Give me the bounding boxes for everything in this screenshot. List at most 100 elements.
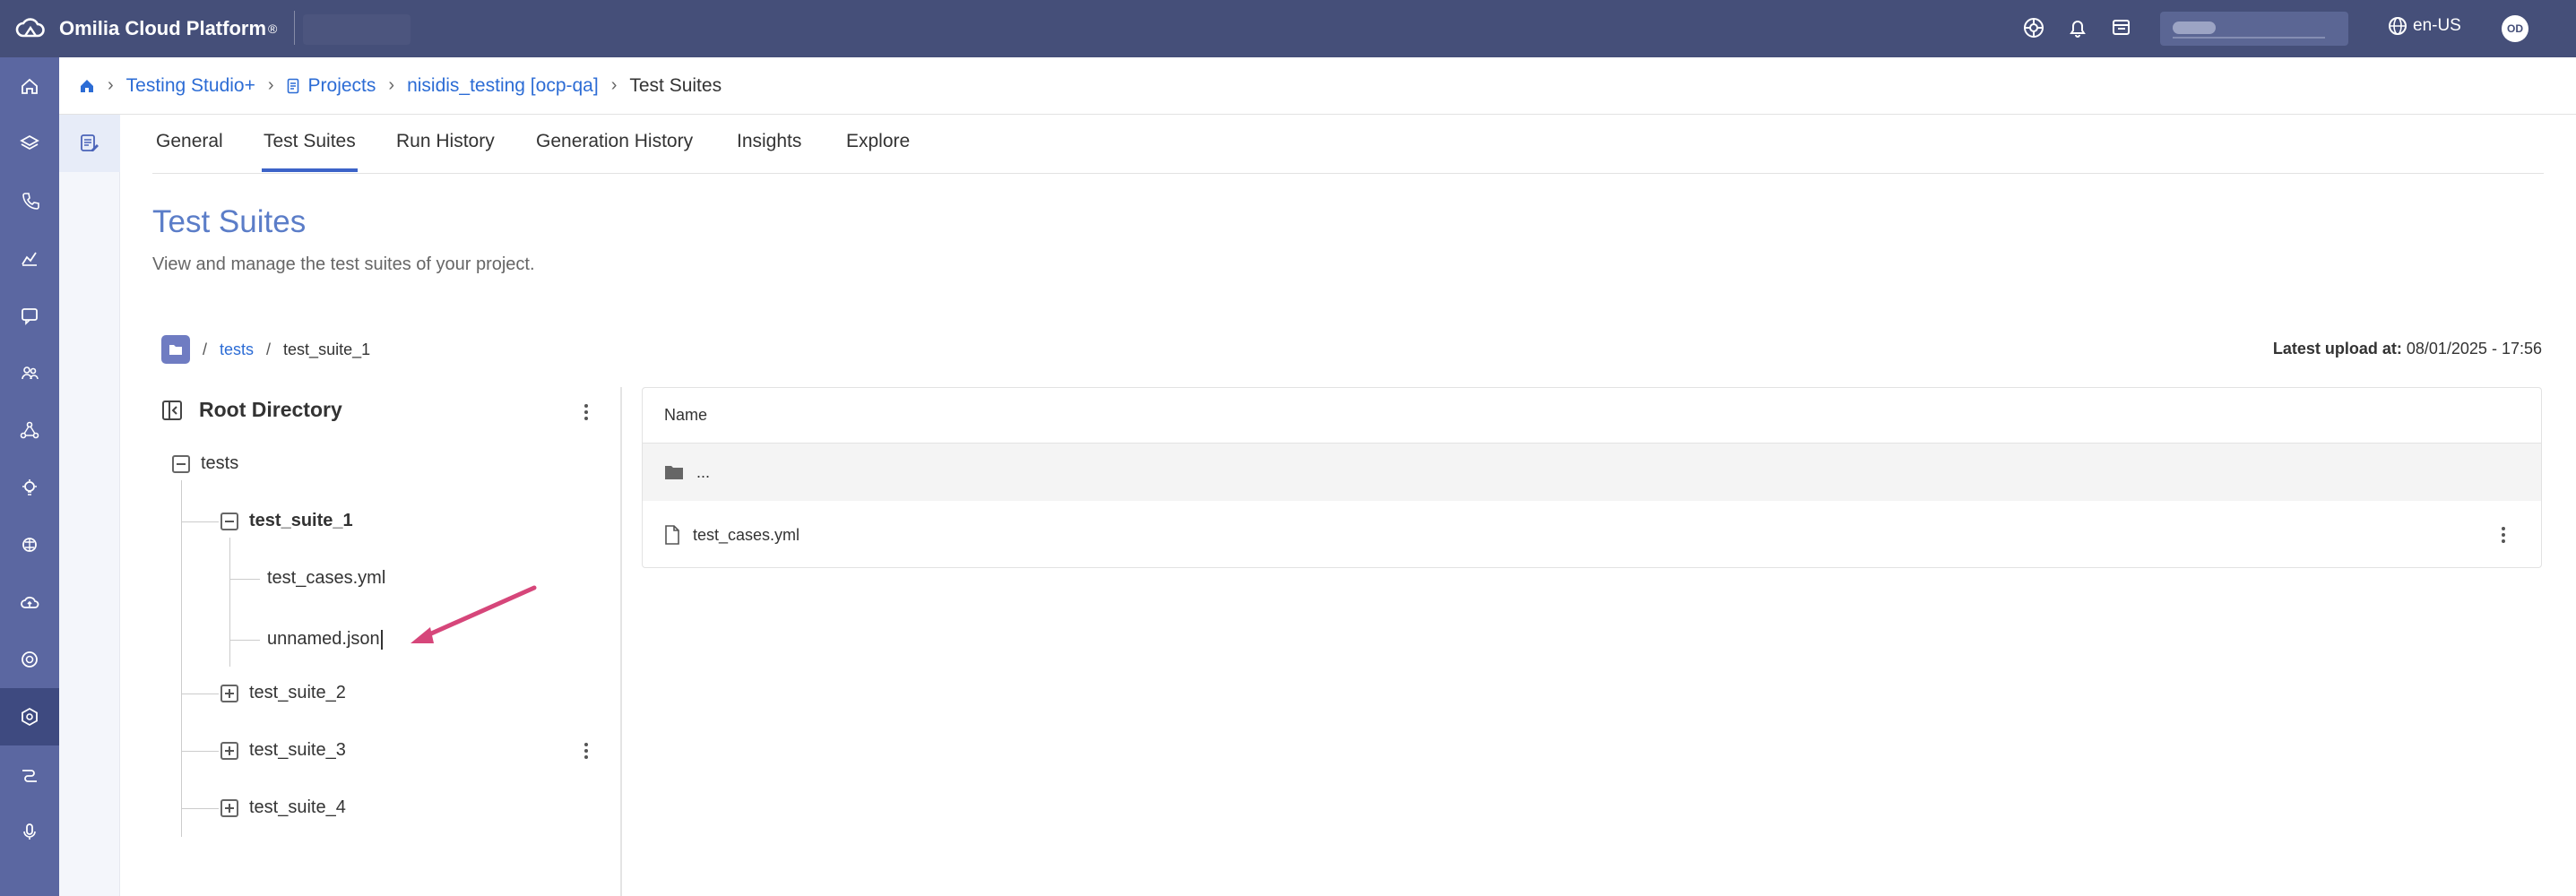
bell-icon[interactable] bbox=[2066, 16, 2089, 39]
nav-item-phone[interactable] bbox=[0, 172, 59, 229]
cloud-upload-icon bbox=[20, 592, 39, 612]
tab-explore[interactable]: Explore bbox=[844, 131, 912, 168]
tree-node-label: test_suite_4 bbox=[249, 797, 346, 817]
tab-generation-history[interactable]: Generation History bbox=[534, 131, 695, 168]
nav-item-cloud-upload[interactable] bbox=[0, 573, 59, 631]
brain-icon bbox=[20, 535, 39, 555]
path-tests-link[interactable]: tests bbox=[220, 340, 254, 359]
root-folder-button[interactable] bbox=[161, 335, 190, 364]
files-table: Name ... test_cases.yml bbox=[642, 387, 2542, 568]
support-icon bbox=[20, 650, 39, 669]
breadcrumb-testing-studio[interactable]: Testing Studio+ bbox=[126, 75, 255, 97]
avatar[interactable]: OD bbox=[2502, 15, 2528, 42]
nav-item-voice[interactable] bbox=[0, 803, 59, 860]
expand-icon[interactable] bbox=[220, 684, 238, 702]
file-icon bbox=[664, 525, 693, 545]
nav-item-users[interactable] bbox=[0, 344, 59, 401]
flows-icon bbox=[20, 764, 39, 784]
tree-node-label: test_cases.yml bbox=[267, 568, 386, 588]
globe-icon bbox=[2388, 16, 2413, 36]
table-row-parent[interactable]: ... bbox=[643, 444, 2541, 501]
bulb-icon bbox=[20, 478, 39, 497]
tree-node-test-suite-3[interactable]: test_suite_3 bbox=[220, 740, 346, 761]
path-separator: / bbox=[266, 340, 272, 358]
root-directory-title: Root Directory bbox=[199, 398, 342, 421]
nav-item-support[interactable] bbox=[0, 631, 59, 688]
environment-selector[interactable] bbox=[2160, 12, 2348, 46]
collapse-icon[interactable] bbox=[220, 512, 238, 530]
root-more-icon[interactable] bbox=[577, 400, 595, 425]
home-icon bbox=[20, 76, 39, 96]
brand[interactable]: Omilia Cloud Platform ® bbox=[14, 13, 277, 45]
topbar-divider bbox=[294, 11, 295, 45]
tree-file-test-cases[interactable]: test_cases.yml bbox=[267, 568, 385, 589]
page-description: View and manage the test suites of your … bbox=[152, 254, 535, 274]
tree-guide bbox=[229, 538, 230, 667]
node-more-icon[interactable] bbox=[577, 738, 595, 763]
tree-guide bbox=[181, 521, 219, 522]
nav-item-bulb[interactable] bbox=[0, 459, 59, 516]
table-row[interactable]: test_cases.yml bbox=[643, 501, 2541, 567]
tree-node-label: test_suite_1 bbox=[249, 511, 353, 530]
chevron-right-icon: › bbox=[610, 75, 618, 95]
topbar-placeholder bbox=[303, 14, 411, 45]
breadcrumb-projects[interactable]: Projects bbox=[308, 75, 376, 97]
analytics-icon bbox=[20, 248, 39, 268]
breadcrumb: › Testing Studio+ › Projects › nisidis_t… bbox=[59, 57, 2576, 115]
breadcrumb-project[interactable]: nisidis_testing [ocp-qa] bbox=[407, 75, 599, 97]
projects-icon bbox=[287, 78, 301, 94]
tree-node-label: unnamed.json bbox=[267, 629, 380, 649]
blurred-text bbox=[2173, 22, 2216, 34]
help-wheel-icon[interactable] bbox=[2022, 16, 2045, 39]
path-separator: / bbox=[203, 340, 208, 358]
text-cursor bbox=[380, 629, 383, 650]
tree-guide bbox=[181, 751, 219, 752]
home-icon[interactable] bbox=[79, 78, 95, 94]
tab-insights[interactable]: Insights bbox=[735, 131, 803, 168]
row-more-icon[interactable] bbox=[2494, 522, 2512, 547]
nav-item-layers[interactable] bbox=[0, 115, 59, 172]
tab-run-history[interactable]: Run History bbox=[394, 131, 497, 168]
column-header-name[interactable]: Name bbox=[643, 388, 2541, 444]
nav-item-network[interactable] bbox=[0, 401, 59, 459]
tabs: General Test Suites Run History Generati… bbox=[152, 115, 2544, 174]
tree-node-test-suite-2[interactable]: test_suite_2 bbox=[220, 683, 346, 703]
nav-item-settings-hex[interactable] bbox=[0, 688, 59, 745]
tree-node-test-suite-4[interactable]: test_suite_4 bbox=[220, 797, 346, 818]
tree-file-unnamed-json-input[interactable]: unnamed.json bbox=[267, 629, 383, 650]
file-tree: Root Directory tests test_suite_1 test_c… bbox=[152, 387, 622, 896]
trademark: ® bbox=[268, 22, 278, 36]
settings-hex-icon bbox=[20, 707, 39, 727]
sub-sidebar bbox=[59, 115, 120, 896]
blurred-underline bbox=[2173, 37, 2325, 39]
document-edit-icon bbox=[79, 133, 100, 154]
tree-guide bbox=[229, 640, 260, 641]
language-selector[interactable]: en-US bbox=[2388, 16, 2461, 36]
expand-icon[interactable] bbox=[220, 798, 238, 817]
tree-node-label: test_suite_2 bbox=[249, 683, 346, 702]
nav-item-analytics[interactable] bbox=[0, 229, 59, 287]
layers-icon bbox=[20, 134, 39, 153]
left-nav bbox=[0, 57, 59, 896]
path-breadcrumb: / tests / test_suite_1 bbox=[161, 335, 370, 364]
tree-header: Root Directory bbox=[161, 398, 342, 422]
top-bar: Omilia Cloud Platform ® en-US OD bbox=[0, 0, 2576, 57]
path-current: test_suite_1 bbox=[283, 340, 371, 358]
tree-node-tests[interactable]: tests bbox=[172, 453, 238, 474]
test-suites-nav[interactable] bbox=[59, 115, 120, 172]
nav-item-brain[interactable] bbox=[0, 516, 59, 573]
collapse-icon[interactable] bbox=[172, 454, 190, 473]
cloud-logo-icon bbox=[14, 13, 47, 45]
tree-node-test-suite-1[interactable]: test_suite_1 bbox=[220, 511, 353, 531]
expand-icon[interactable] bbox=[220, 741, 238, 760]
nav-item-flows[interactable] bbox=[0, 745, 59, 803]
table-cell-name: test_cases.yml bbox=[693, 525, 800, 544]
nav-item-chat[interactable] bbox=[0, 287, 59, 344]
nav-item-home[interactable] bbox=[0, 57, 59, 115]
network-icon bbox=[20, 420, 39, 440]
latest-upload: Latest upload at: 08/01/2025 - 17:56 bbox=[2273, 340, 2542, 358]
tab-test-suites[interactable]: Test Suites bbox=[262, 131, 358, 172]
collapse-panel-icon[interactable] bbox=[161, 400, 183, 421]
notes-icon[interactable] bbox=[2110, 16, 2133, 39]
tab-general[interactable]: General bbox=[154, 131, 225, 168]
